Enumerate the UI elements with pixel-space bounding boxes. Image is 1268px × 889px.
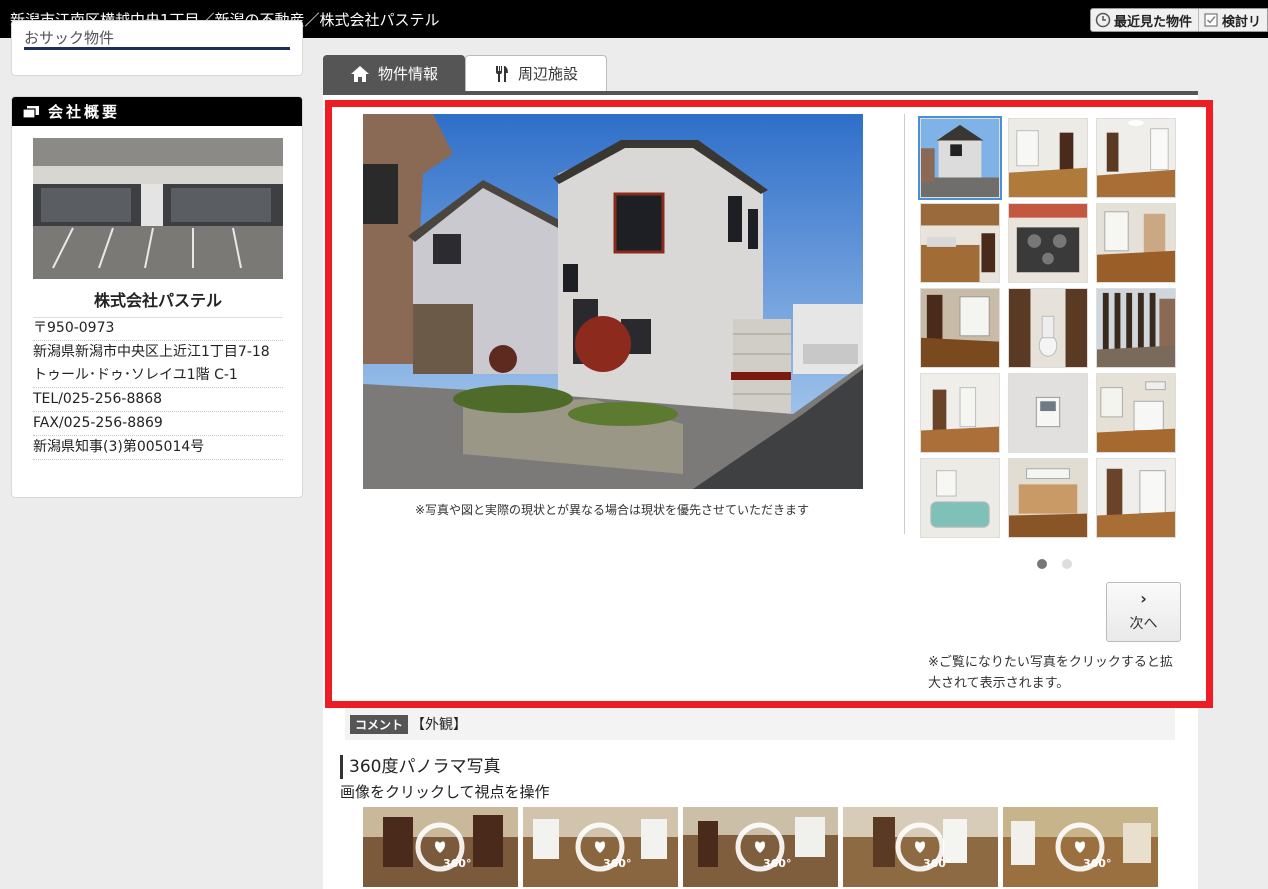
thumbnail[interactable]	[1008, 203, 1088, 283]
recent-properties-button[interactable]: 最近見た物件	[1091, 9, 1199, 31]
chevron-right-icon: ›	[1140, 589, 1147, 608]
panorama-thumbnail[interactable]: 360°	[363, 807, 518, 887]
company-license: 新潟県知事(3)第005014号	[33, 436, 283, 460]
tab-nearby-facilities-label: 周辺施設	[517, 65, 578, 83]
thumbnail[interactable]	[1096, 203, 1176, 283]
tab-property-info-label: 物件情報	[377, 65, 438, 83]
pano-360-badge: 360°	[923, 857, 951, 870]
thumbnail[interactable]	[1096, 118, 1176, 198]
checkbox-icon	[1204, 13, 1218, 27]
comment-text: 【外観】	[411, 717, 468, 733]
main-photo[interactable]	[363, 114, 863, 489]
thumbnail[interactable]	[1008, 458, 1088, 538]
panorama-thumbnail[interactable]: 360°	[683, 807, 838, 887]
company-tel: TEL/025-256-8868	[33, 388, 283, 412]
clock-icon	[1095, 12, 1111, 28]
thumbnail[interactable]	[1096, 288, 1176, 368]
thumbnail[interactable]	[1096, 373, 1176, 453]
fork-knife-icon	[495, 65, 508, 82]
thumbnail[interactable]	[1096, 458, 1176, 538]
thumbnail[interactable]	[918, 116, 1002, 200]
company-address: 新潟県新潟市中央区上近江1丁目7-18トゥール･ドゥ･ソレイユ1階 C-1	[33, 341, 283, 388]
thumbnail[interactable]	[920, 288, 1000, 368]
panorama-thumbnail[interactable]: 360°	[843, 807, 998, 887]
header-tools: 最近見た物件 検討リ	[1089, 8, 1268, 32]
next-button-label: 次へ	[1129, 616, 1158, 632]
consider-list-label: 検討リ	[1221, 14, 1261, 30]
tab-property-info[interactable]: 物件情報	[323, 55, 465, 91]
photo-caption: ※写真や図と実際の現状とが異なる場合は現状を優先させていただきます	[414, 503, 810, 517]
pano-360-badge: 360°	[443, 857, 471, 870]
home-icon	[350, 65, 369, 82]
thumbnail[interactable]	[920, 373, 1000, 453]
photo-gallery: ※写真や図と実際の現状とが異なる場合は現状を優先させていただきます › 次へ ※…	[325, 100, 1213, 708]
windows-icon	[22, 105, 39, 119]
thumbnail[interactable]	[920, 203, 1000, 283]
company-fax: FAX/025-256-8869	[33, 412, 283, 436]
thumbnail-grid	[918, 116, 1180, 538]
recent-properties-label: 最近見た物件	[1113, 14, 1192, 30]
pano-360-badge: 360°	[603, 857, 631, 870]
comment-row: コメント 【外観】	[345, 708, 1175, 740]
thumbnail[interactable]	[1008, 373, 1088, 453]
thumbnail[interactable]	[1008, 118, 1088, 198]
page-dot[interactable]	[1062, 559, 1072, 569]
pano-360-badge: 360°	[1083, 857, 1111, 870]
pano-360-badge: 360°	[763, 857, 791, 870]
comment-badge: コメント	[350, 714, 409, 734]
company-info: 〒950-0973 新潟県新潟市中央区上近江1丁目7-18トゥール･ドゥ･ソレイ…	[33, 317, 283, 460]
thumbnail[interactable]	[1008, 288, 1088, 368]
company-heading: 会社概要	[48, 103, 121, 121]
company-heading-bar: 会社概要	[12, 97, 302, 126]
panorama-thumbnail[interactable]: 360°	[523, 807, 678, 887]
tab-nearby-facilities[interactable]: 周辺施設	[465, 55, 607, 91]
thumbnail[interactable]	[920, 458, 1000, 538]
company-profile: 会社概要 株式会社パステル 〒950-0973 新潟県新潟市中央区上近江1丁目7…	[11, 96, 303, 498]
panorama-subtitle: 画像をクリックして視点を操作	[340, 783, 550, 801]
tab-bar: 物件情報 周辺施設	[323, 55, 1198, 95]
sidebar-recent-box: おサック物件	[11, 20, 303, 76]
next-button[interactable]: › 次へ	[1106, 582, 1181, 642]
page-dot[interactable]	[1037, 559, 1047, 569]
divider	[904, 114, 905, 534]
company-name: 株式会社パステル	[33, 287, 283, 318]
office-photo[interactable]	[33, 138, 283, 279]
panorama-title: 360度パノラマ写真	[340, 755, 500, 779]
panorama-thumbnail[interactable]: 360°	[1003, 807, 1158, 887]
gallery-note: ※ご覧になりたい写真をクリックすると拡大されて表示されます。	[928, 655, 1173, 691]
gallery-page-indicator	[1037, 559, 1072, 569]
divider	[24, 47, 290, 50]
company-postal: 〒950-0973	[33, 317, 283, 341]
panorama-list: 360° 360° 360° 360° 360°	[363, 807, 1158, 887]
sidebar-recent-label[interactable]: おサック物件	[24, 27, 114, 48]
consider-list-button[interactable]: 検討リ	[1199, 9, 1267, 31]
